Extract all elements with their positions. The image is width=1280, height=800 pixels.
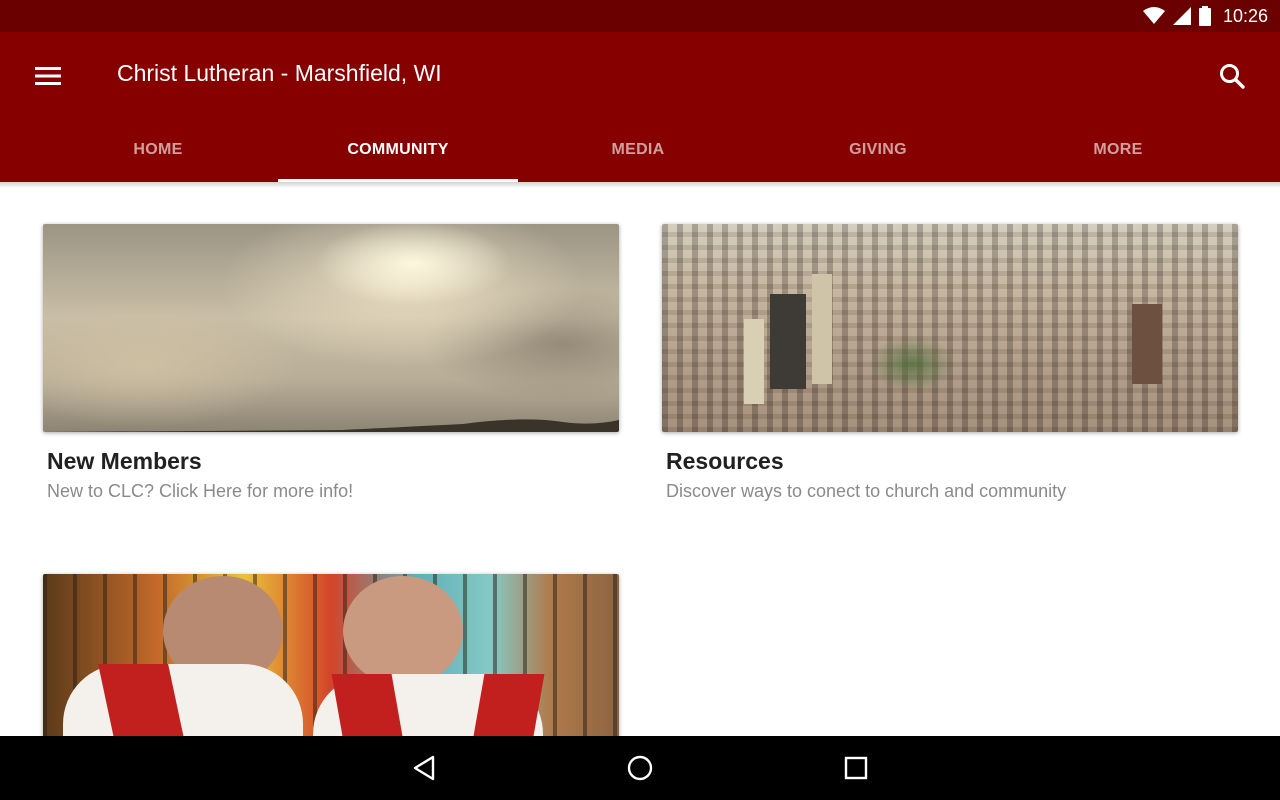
cell-signal-icon [1172, 7, 1191, 25]
city-aerial-photo [662, 224, 1238, 432]
card-subtitle: New to CLC? Click Here for more info! [47, 481, 354, 501]
sky-clouds-photo [43, 224, 619, 432]
status-bar: 10:26 [0, 0, 1280, 32]
system-nav-bar [0, 736, 1280, 800]
tab-media[interactable]: MEDIA [518, 118, 758, 182]
wifi-icon [1142, 7, 1165, 25]
tab-giving[interactable]: GIVING [758, 118, 998, 182]
app-bar: Christ Lutheran - Marshfield, WI HOME CO… [0, 32, 1280, 182]
app-title: Christ Lutheran - Marshfield, WI [117, 60, 442, 86]
tab-more[interactable]: MORE [998, 118, 1238, 182]
search-icon[interactable] [1212, 56, 1252, 96]
card-new-members[interactable]: New Members New to CLC? Click Here for m… [43, 224, 619, 502]
card-title: Resources [666, 448, 784, 474]
community-content: New Members New to CLC? Click Here for m… [0, 182, 1280, 736]
card-resources[interactable]: Resources Discover ways to conect to chu… [662, 224, 1238, 502]
back-icon[interactable] [406, 750, 442, 786]
card-title: New Members [47, 448, 202, 474]
battery-icon [1198, 6, 1211, 26]
status-clock: 10:26 [1222, 5, 1268, 26]
home-icon[interactable] [622, 750, 658, 786]
tab-community[interactable]: COMMUNITY [278, 118, 518, 182]
tab-home[interactable]: HOME [38, 118, 278, 182]
recents-icon[interactable] [838, 750, 874, 786]
clergy-stained-glass-photo [43, 574, 619, 736]
tab-bar: HOME COMMUNITY MEDIA GIVING MORE [38, 118, 1240, 182]
hamburger-menu-icon[interactable] [28, 56, 68, 96]
card-clergy[interactable] [43, 574, 619, 736]
card-subtitle: Discover ways to conect to church and co… [666, 481, 1067, 501]
